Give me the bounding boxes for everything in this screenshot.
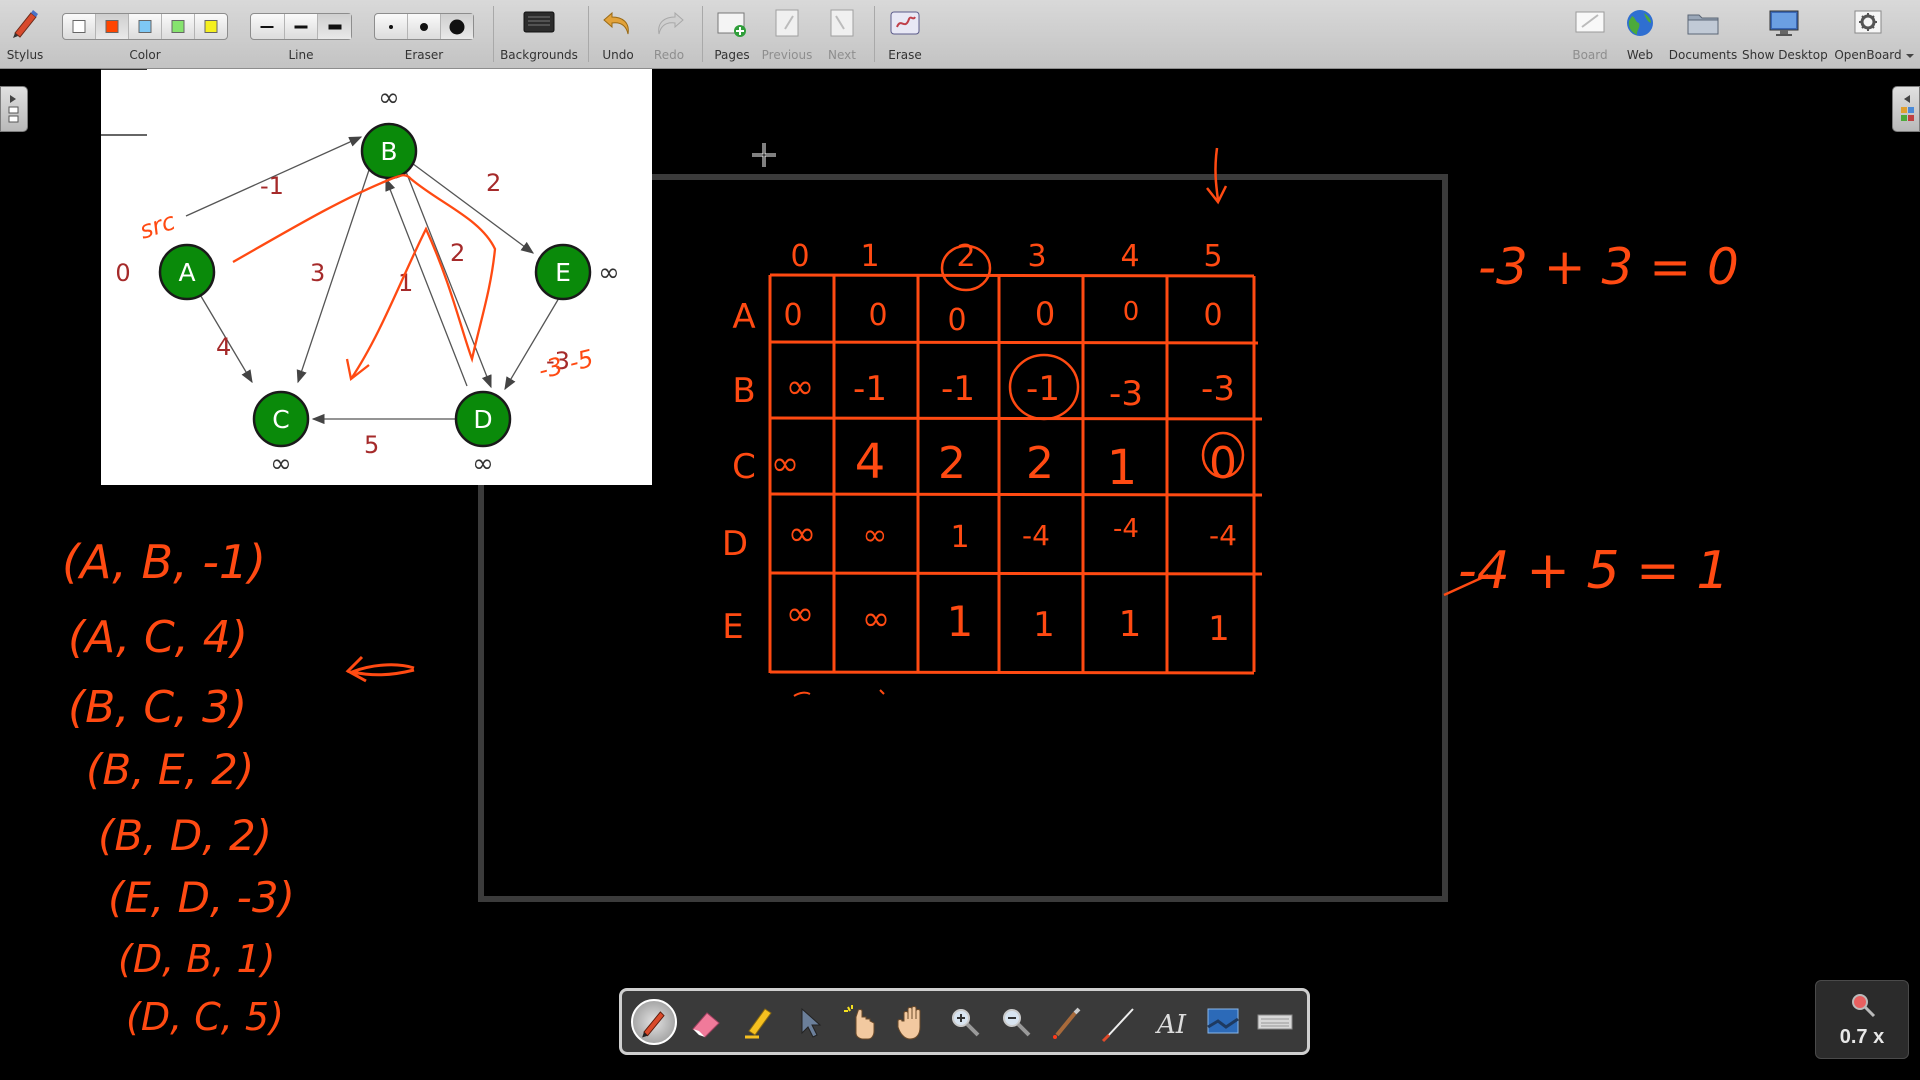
cell-c-2: 2: [938, 438, 966, 489]
keyboard-tool-button[interactable]: [1252, 999, 1298, 1045]
laser-pointer-icon: [1053, 1007, 1081, 1039]
matrix-row-b: B: [732, 371, 755, 411]
cell-e-5: 1: [1208, 609, 1230, 649]
edge-list-3: (B, C, 3): [68, 682, 247, 733]
cell-c-3: 2: [1026, 438, 1054, 489]
cell-d-5: -4: [1209, 519, 1237, 552]
edge-list-1: (A, B, -1): [62, 535, 266, 589]
highlighter-icon: [744, 1007, 772, 1038]
cell-a-3: 0: [1035, 295, 1055, 333]
magic-hand-icon: [844, 1004, 875, 1039]
interact-tool-button[interactable]: [838, 999, 884, 1045]
matrix-col-0: 0: [790, 239, 809, 274]
cell-a-0: 0: [783, 298, 802, 333]
matrix-grid: [768, 273, 1263, 675]
cell-d-4: -4: [1113, 514, 1139, 544]
cell-a-2: 0: [947, 303, 966, 338]
zoom-indicator[interactable]: 0.7 x: [1815, 980, 1909, 1059]
matrix-col-2: 2: [956, 239, 975, 274]
matrix-col-4: 4: [1120, 239, 1139, 274]
magnifier-icon: [1852, 994, 1876, 1018]
cell-a-4: 0: [1123, 297, 1140, 327]
svg-text:AI: AI: [1155, 1010, 1187, 1040]
cell-d-0: ∞: [788, 514, 816, 554]
line-tool-button[interactable]: [1097, 999, 1143, 1045]
cell-d-1: ∞: [863, 518, 888, 553]
line-icon: [1101, 1007, 1134, 1042]
zoom-value: 0.7 x: [1839, 1026, 1885, 1048]
zoom-in-icon: [951, 1008, 979, 1036]
capture-icon: [1207, 1008, 1240, 1033]
stylus-palette: AI: [619, 988, 1310, 1055]
eraser-tool-button[interactable]: [683, 999, 729, 1045]
cell-c-0: ∞: [771, 444, 799, 484]
cell-a-5: 0: [1203, 298, 1222, 333]
hand-tool-button[interactable]: [890, 999, 936, 1045]
cell-c-4: 1: [1107, 440, 1138, 496]
cell-e-3: 1: [1033, 605, 1055, 645]
zoom-in-tool-button[interactable]: [942, 999, 988, 1045]
cell-b-0: ∞: [786, 367, 814, 407]
edge-list-7: (D, B, 1): [118, 937, 275, 981]
cell-e-1: ∞: [862, 599, 890, 639]
cell-d-3: -4: [1022, 519, 1050, 552]
eraser-icon: [691, 1011, 720, 1038]
cell-c-5: 0: [1209, 438, 1237, 489]
selector-tool-button[interactable]: [786, 999, 832, 1045]
cell-e-4: 1: [1119, 604, 1142, 645]
cell-e-2: 1: [947, 597, 974, 646]
cell-b-3: -1: [1026, 369, 1060, 409]
matrix-row-d: D: [722, 524, 748, 564]
cell-b-2: -1: [941, 369, 975, 409]
text-icon: AI: [1155, 1010, 1187, 1040]
text-tool-button[interactable]: AI: [1149, 999, 1195, 1045]
pointer-arrow-icon: [801, 1007, 822, 1038]
ink-layer: 0 1 2 3 4 5 A B C D E 0 0 0 0 0 0 ∞ -1 -…: [62, 147, 1739, 1039]
pen-tool-button[interactable]: [631, 998, 677, 1045]
edge-list-2: (A, C, 4): [68, 612, 248, 663]
matrix-row-a: A: [732, 297, 755, 337]
matrix-col-5: 5: [1203, 239, 1222, 274]
cell-b-1: -1: [853, 369, 887, 409]
highlighter-tool-button[interactable]: [735, 999, 781, 1045]
cell-e-0: ∞: [786, 594, 814, 634]
matrix-col-1: 1: [860, 239, 879, 274]
cell-d-2: 1: [950, 520, 969, 555]
edge-list-5: (B, D, 2): [98, 811, 272, 860]
cell-c-1: 4: [855, 434, 886, 490]
keyboard-icon: [1257, 1014, 1293, 1029]
matrix-col-3: 3: [1027, 239, 1046, 274]
edge-list-8: (D, C, 5): [126, 995, 284, 1039]
openboard-window: Stylus Color Line Eraser Backgrounds Und…: [0, 0, 1920, 1080]
crosshair-cursor-icon: [752, 143, 776, 167]
cell-b-4: -3: [1109, 374, 1143, 414]
zoom-out-icon: [1003, 1008, 1031, 1036]
cell-a-1: 0: [868, 298, 887, 333]
equation-2: -4 + 5 = 1: [1458, 541, 1729, 601]
capture-tool-button[interactable]: [1200, 999, 1246, 1045]
hand-icon: [897, 1005, 921, 1040]
pen-icon: [642, 1010, 665, 1038]
edge-list-4: (B, E, 2): [86, 745, 254, 794]
cell-b-5: -3: [1201, 369, 1235, 409]
matrix-row-e: E: [722, 607, 743, 647]
edge-list-6: (E, D, -3): [108, 873, 295, 922]
zoom-out-tool-button[interactable]: [993, 999, 1039, 1045]
equation-1: -3 + 3 = 0: [1478, 238, 1739, 296]
laser-pointer-tool-button[interactable]: [1045, 999, 1091, 1045]
matrix-row-c: C: [732, 447, 756, 487]
